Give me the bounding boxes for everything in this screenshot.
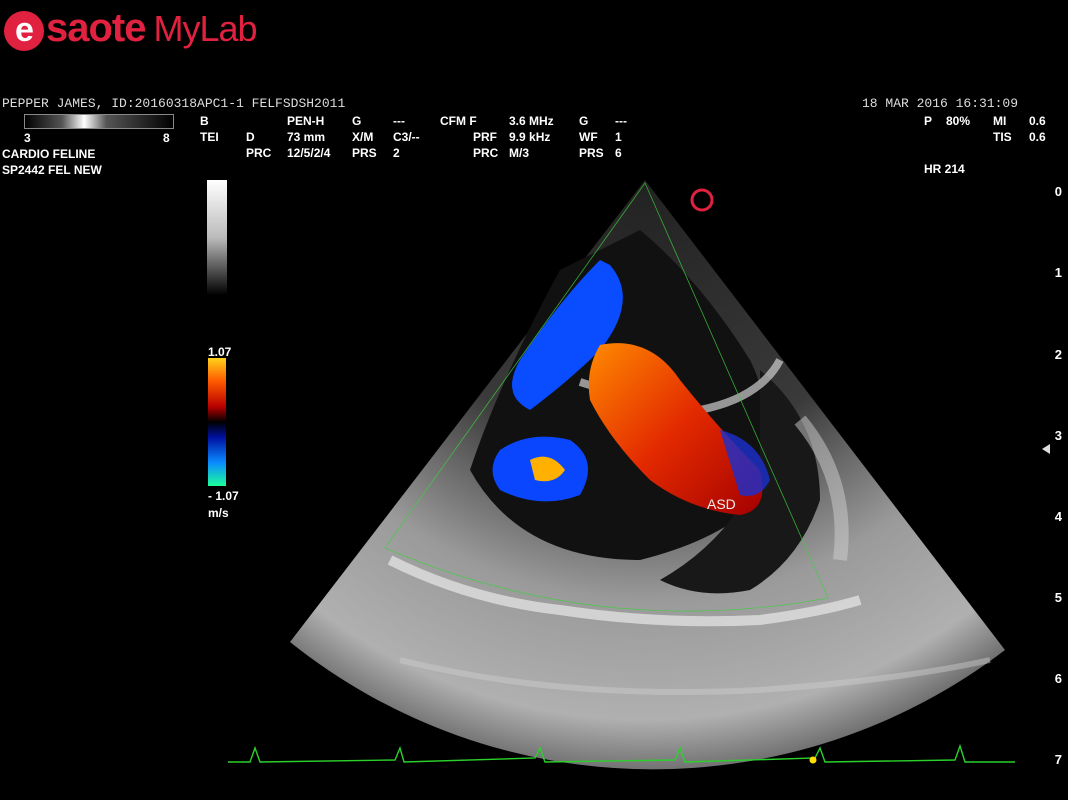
depth-tick: 2 [1054, 347, 1062, 362]
depth-tick: 7 [1054, 752, 1062, 767]
ecg-cursor [809, 756, 817, 764]
depth-tick: 0 [1054, 184, 1062, 199]
asd-annotation: ASD [707, 496, 736, 512]
focus-marker-icon[interactable] [1042, 444, 1050, 454]
depth-tick: 5 [1054, 590, 1062, 605]
depth-tick: 1 [1054, 265, 1062, 280]
depth-tick: 6 [1054, 671, 1062, 686]
ultrasound-image [228, 180, 1015, 770]
depth-tick: 3 [1054, 428, 1062, 443]
orientation-icon [690, 188, 714, 212]
depth-tick: 4 [1054, 509, 1062, 524]
